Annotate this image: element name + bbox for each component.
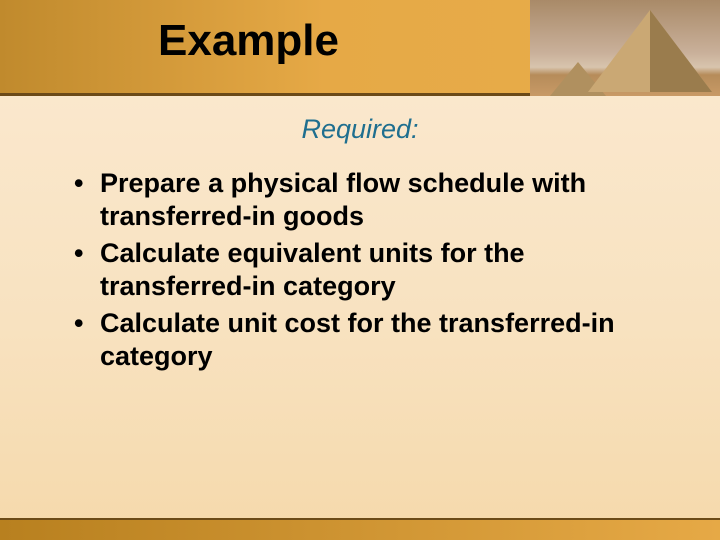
pyramid-image bbox=[530, 0, 720, 96]
bullet-text: Calculate unit cost for the transferred-… bbox=[100, 308, 615, 371]
slide: Example Required: Prepare a physical flo… bbox=[0, 0, 720, 540]
content-area: Prepare a physical flow schedule with tr… bbox=[68, 167, 660, 373]
slide-title: Example bbox=[158, 16, 339, 66]
list-item: Calculate equivalent units for the trans… bbox=[68, 237, 660, 303]
bullet-text: Prepare a physical flow schedule with tr… bbox=[100, 168, 586, 231]
footer-bar bbox=[0, 518, 720, 540]
bullet-text: Calculate equivalent units for the trans… bbox=[100, 238, 525, 301]
subtitle: Required: bbox=[0, 114, 720, 145]
list-item: Prepare a physical flow schedule with tr… bbox=[68, 167, 660, 233]
title-bar: Example bbox=[0, 0, 720, 96]
bullet-list: Prepare a physical flow schedule with tr… bbox=[68, 167, 660, 373]
list-item: Calculate unit cost for the transferred-… bbox=[68, 307, 660, 373]
